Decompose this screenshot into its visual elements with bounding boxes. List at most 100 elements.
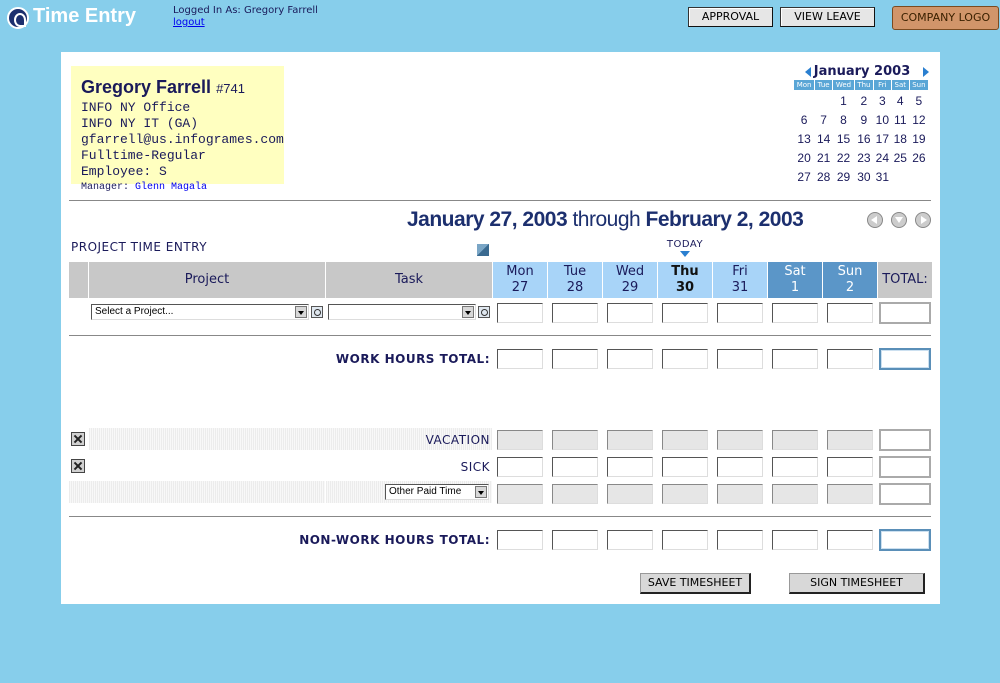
approval-button[interactable]: APPROVAL — [688, 7, 773, 27]
calendar-next-icon[interactable] — [923, 67, 929, 77]
work-total-sat-input[interactable] — [772, 349, 818, 369]
calendar-day[interactable]: 30 — [854, 167, 873, 186]
calendar-day[interactable]: 10 — [873, 110, 891, 129]
calendar-day[interactable]: 29 — [833, 167, 855, 186]
calendar-prev-icon[interactable] — [805, 67, 811, 77]
main-panel: Gregory Farrell #741 INFO NY Office INFO… — [61, 52, 940, 604]
calendar-day[interactable]: 2 — [854, 91, 873, 111]
project-hours-fri-input[interactable] — [717, 303, 763, 323]
calendar-day[interactable]: 5 — [909, 91, 928, 111]
calendar-day[interactable]: 26 — [909, 148, 928, 167]
sick-tue-input[interactable] — [552, 457, 598, 477]
calendar-day[interactable]: 9 — [854, 110, 873, 129]
calendar-day[interactable]: 8 — [833, 110, 855, 129]
calendar-day[interactable]: 20 — [794, 148, 815, 167]
calendar-day — [891, 167, 909, 186]
logout-link[interactable]: logout — [173, 17, 318, 29]
day-date: 31 — [731, 280, 749, 295]
project-hours-wed-input[interactable] — [607, 303, 653, 323]
other-paid-total-input — [879, 483, 931, 505]
calendar-day[interactable]: 27 — [794, 167, 815, 186]
calendar-day[interactable]: 24 — [873, 148, 891, 167]
calendar-day[interactable]: 22 — [833, 148, 855, 167]
calendar-week-row: 27 28 29 30 31 — [794, 167, 929, 186]
project-lookup-icon[interactable] — [311, 306, 323, 318]
other-paid-time-select[interactable]: Other Paid Time — [385, 484, 489, 500]
day-name: Tue — [563, 264, 587, 279]
calendar-day[interactable]: 16 — [854, 129, 873, 148]
calendar-day[interactable]: 18 — [891, 129, 909, 148]
work-total-tue-input[interactable] — [552, 349, 598, 369]
calendar-day[interactable]: 23 — [854, 148, 873, 167]
non-work-total-tue-input[interactable] — [552, 530, 598, 550]
calendar-day[interactable]: 19 — [909, 129, 928, 148]
day-date: 2 — [845, 280, 855, 295]
edit-pencil-icon[interactable] — [477, 244, 489, 256]
calendar-day[interactable]: 14 — [815, 129, 833, 148]
project-hours-sat-input[interactable] — [772, 303, 818, 323]
sick-sun-input[interactable] — [827, 457, 873, 477]
calendar-week-row: 20 21 22 23 24 25 26 — [794, 148, 929, 167]
remove-vacation-icon[interactable] — [71, 432, 85, 446]
day-header-tue: Tue 28 — [548, 262, 602, 298]
sick-fri-input[interactable] — [717, 457, 763, 477]
employee-type: Fulltime-Regular Employee: S — [81, 148, 206, 179]
project-hours-total-input — [879, 302, 931, 324]
calendar-day[interactable]: 13 — [794, 129, 815, 148]
work-total-fri-input[interactable] — [717, 349, 763, 369]
day-name: Sat — [784, 264, 806, 279]
prev-week-icon[interactable] — [867, 212, 883, 228]
next-week-icon[interactable] — [915, 212, 931, 228]
work-total-mon-input[interactable] — [497, 349, 543, 369]
non-work-total-fri-input[interactable] — [717, 530, 763, 550]
non-work-total-sat-input[interactable] — [772, 530, 818, 550]
calendar-day[interactable]: 31 — [873, 167, 891, 186]
non-work-total-thu-input[interactable] — [662, 530, 708, 550]
sick-thu-input[interactable] — [662, 457, 708, 477]
view-leave-button[interactable]: VIEW LEAVE — [780, 7, 875, 27]
calendar-day[interactable]: 6 — [794, 110, 815, 129]
login-info: Logged In As: Gregory Farrell logout — [173, 5, 318, 29]
work-total-sun-input[interactable] — [827, 349, 873, 369]
calendar-day[interactable]: 17 — [873, 129, 891, 148]
work-total-wed-input[interactable] — [607, 349, 653, 369]
sick-wed-input[interactable] — [607, 457, 653, 477]
calendar-day[interactable]: 7 — [815, 110, 833, 129]
non-work-total-sun-input[interactable] — [827, 530, 873, 550]
project-hours-mon-input[interactable] — [497, 303, 543, 323]
project-select-value: Select a Project... — [95, 306, 174, 317]
project-hours-sun-input[interactable] — [827, 303, 873, 323]
task-select[interactable] — [328, 304, 476, 320]
calendar-day[interactable]: 3 — [873, 91, 891, 111]
task-lookup-icon[interactable] — [478, 306, 490, 318]
sick-mon-input[interactable] — [497, 457, 543, 477]
calendar-day[interactable]: 12 — [909, 110, 928, 129]
calendar-day[interactable]: 4 — [891, 91, 909, 111]
project-hours-thu-input[interactable] — [662, 303, 708, 323]
calendar-weekday: Thu — [853, 79, 874, 91]
save-timesheet-button[interactable]: SAVE TIMESHEET — [640, 573, 751, 594]
range-through: through — [572, 208, 641, 231]
calendar-day[interactable]: 25 — [891, 148, 909, 167]
work-total-thu-input[interactable] — [662, 349, 708, 369]
non-work-total-wed-input[interactable] — [607, 530, 653, 550]
week-dropdown-icon[interactable] — [891, 212, 907, 228]
divider — [69, 516, 931, 517]
calendar-day[interactable]: 15 — [833, 129, 855, 148]
other-paid-tue-input — [552, 484, 598, 504]
calendar-day[interactable]: 21 — [815, 148, 833, 167]
sick-sat-input[interactable] — [772, 457, 818, 477]
vacation-label: VACATION — [425, 433, 490, 447]
calendar-day[interactable]: 1 — [833, 91, 855, 111]
non-work-total-mon-input[interactable] — [497, 530, 543, 550]
employee-office: INFO NY Office — [81, 100, 191, 115]
manager-link[interactable]: Glenn Magala — [135, 182, 207, 193]
project-hours-tue-input[interactable] — [552, 303, 598, 323]
calendar-grid: Mon Tue Wed Thu Fri Sat Sun 1 2 3 4 5 6 7 8 9 10 11 12 13 1… — [792, 79, 930, 186]
sign-timesheet-button[interactable]: SIGN TIMESHEET — [789, 573, 925, 594]
remove-sick-icon[interactable] — [71, 459, 85, 473]
calendar-day[interactable]: 28 — [815, 167, 833, 186]
project-select[interactable]: Select a Project... — [91, 304, 309, 320]
calendar-day[interactable]: 11 — [891, 110, 909, 129]
row-action-header — [69, 262, 88, 298]
